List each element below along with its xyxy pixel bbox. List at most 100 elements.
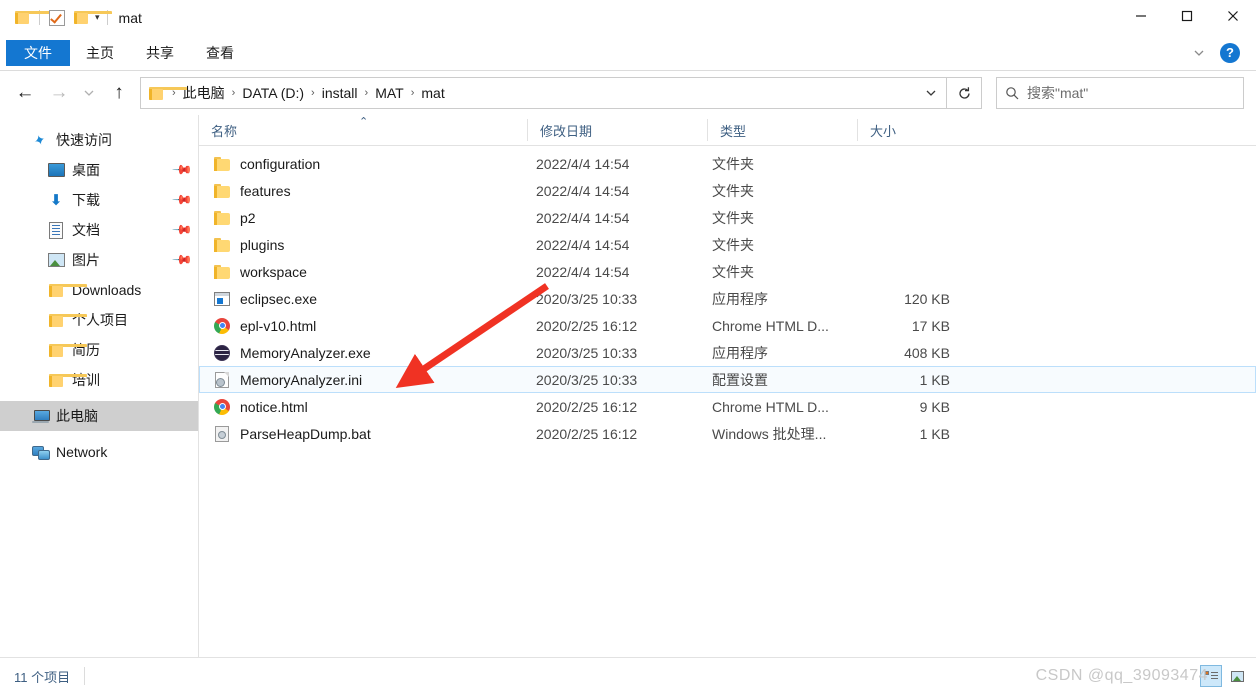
sidebar-item-quick-access[interactable]: ✦ 快速访问 (0, 125, 198, 155)
file-size: 1 KB (919, 425, 950, 442)
breadcrumb-item-3[interactable]: MAT (372, 85, 407, 101)
file-name-cell: configuration (200, 155, 528, 173)
table-row[interactable]: notice.html 2020/2/25 16:12 Chrome HTML … (199, 393, 1256, 420)
maximize-button[interactable] (1164, 0, 1210, 32)
file-date: 2022/4/4 14:54 (536, 236, 630, 253)
table-row[interactable]: ParseHeapDump.bat 2020/2/25 16:12 Window… (199, 420, 1256, 447)
breadcrumb-separator[interactable]: › (407, 87, 419, 99)
file-name: p2 (240, 209, 256, 226)
chevron-down-icon[interactable] (1186, 40, 1212, 66)
file-date: 2020/3/25 10:33 (536, 371, 638, 388)
sidebar-item-label: 个人项目 (72, 312, 128, 328)
file-name: MemoryAnalyzer.ini (240, 371, 363, 388)
up-button[interactable]: ↑ (102, 77, 136, 109)
table-row[interactable]: workspace 2022/4/4 14:54 文件夹 (199, 258, 1256, 285)
sidebar-item-network[interactable]: Network (0, 437, 198, 467)
table-row-selected[interactable]: MemoryAnalyzer.ini 2020/3/25 10:33 配置设置 … (199, 366, 1256, 393)
file-type: 文件夹 (712, 209, 754, 226)
minimize-button[interactable] (1118, 0, 1164, 32)
file-name-cell: features (200, 182, 528, 200)
sidebar-item-this-pc[interactable]: 此电脑 (0, 401, 198, 431)
file-type: 文件夹 (712, 182, 754, 199)
breadcrumb: › 此电脑 › DATA (D:) › install › MAT › mat (168, 83, 920, 103)
file-name: features (240, 182, 291, 199)
sidebar-item-downloads-cn[interactable]: ⬇ 下载 📌 (0, 185, 198, 215)
table-row[interactable]: configuration 2022/4/4 14:54 文件夹 (199, 150, 1256, 177)
pin-icon[interactable]: 📌 (171, 189, 193, 212)
download-icon: ⬇ (49, 192, 63, 209)
breadcrumb-item-2[interactable]: install (319, 85, 361, 101)
recent-locations-button[interactable] (76, 77, 102, 109)
table-row[interactable]: eclipsec.exe 2020/3/25 10:33 应用程序 120 KB (199, 285, 1256, 312)
status-divider (84, 667, 86, 685)
sidebar-item-documents[interactable]: 文档 📌 (0, 215, 198, 245)
table-row[interactable]: features 2022/4/4 14:54 文件夹 (199, 177, 1256, 204)
properties-checkbox-icon[interactable] (45, 6, 69, 30)
file-size: 408 KB (904, 344, 950, 361)
item-count-label: 11 个项目 (14, 669, 71, 685)
customize-caret-icon[interactable]: ▾ (95, 13, 100, 22)
pin-icon[interactable]: 📌 (171, 159, 193, 182)
pin-icon[interactable]: 📌 (171, 219, 193, 242)
close-button[interactable] (1210, 0, 1256, 32)
table-row[interactable]: epl-v10.html 2020/2/25 16:12 Chrome HTML… (199, 312, 1256, 339)
file-rows: configuration 2022/4/4 14:54 文件夹 feature… (199, 146, 1256, 657)
details-view-icon[interactable] (1200, 665, 1222, 687)
tab-view[interactable]: 查看 (190, 40, 250, 66)
search-input[interactable]: 搜索"mat" (1027, 83, 1088, 103)
breadcrumb-separator[interactable]: › (361, 87, 373, 99)
file-size: 1 KB (919, 371, 950, 388)
column-header-type[interactable]: 类型 (707, 119, 857, 141)
sidebar-item-training[interactable]: 培训 (0, 365, 198, 395)
folder-icon[interactable] (10, 6, 53, 30)
tab-share[interactable]: 共享 (130, 40, 190, 66)
chrome-icon (212, 317, 232, 335)
sidebar-item-label: 图片 (72, 252, 100, 268)
column-header-name[interactable]: 名称 ⌃ (199, 116, 527, 141)
table-row[interactable]: p2 2022/4/4 14:54 文件夹 (199, 204, 1256, 231)
sidebar-item-personal-projects[interactable]: 个人项目 (0, 305, 198, 335)
tab-home[interactable]: 主页 (70, 40, 130, 66)
address-bar[interactable]: › 此电脑 › DATA (D:) › install › MAT › mat (140, 77, 947, 109)
tab-file[interactable]: 文件 (6, 39, 70, 66)
view-mode-buttons (1200, 665, 1248, 687)
sidebar-item-label: Downloads (72, 282, 142, 298)
breadcrumb-item-4[interactable]: mat (418, 85, 447, 101)
refresh-button[interactable] (947, 77, 982, 109)
breadcrumb-item-0[interactable]: 此电脑 (180, 83, 228, 103)
exe-icon (212, 290, 232, 308)
file-date: 2022/4/4 14:54 (536, 155, 630, 172)
pin-icon[interactable]: 📌 (171, 249, 193, 272)
breadcrumb-separator[interactable]: › (228, 87, 240, 99)
file-date: 2020/2/25 16:12 (536, 317, 638, 334)
help-button[interactable]: ? (1220, 42, 1240, 63)
file-name: configuration (240, 155, 321, 172)
address-dropdown-icon[interactable] (920, 87, 942, 99)
table-row[interactable]: MemoryAnalyzer.exe 2020/3/25 10:33 应用程序 … (199, 339, 1256, 366)
large-icons-view-icon[interactable] (1226, 665, 1248, 687)
forward-button[interactable]: → (42, 77, 76, 109)
breadcrumb-item-1[interactable]: DATA (D:) (239, 85, 307, 101)
folder-icon (212, 236, 232, 254)
file-name-cell: workspace (200, 263, 528, 281)
this-pc-icon (30, 406, 50, 426)
file-date: 2022/4/4 14:54 (536, 182, 630, 199)
sidebar-item-pictures[interactable]: 图片 📌 (0, 245, 198, 275)
sidebar-item-resume[interactable]: 简历 (0, 335, 198, 365)
chrome-icon (212, 398, 232, 416)
folder-icon (46, 340, 87, 360)
file-type: 文件夹 (712, 263, 754, 280)
column-header-size[interactable]: 大小 (857, 119, 957, 141)
navigation-pane: ✦ 快速访问 桌面 📌 ⬇ 下载 📌 文档 📌 图片 📌 Downloads 个… (0, 115, 199, 657)
sidebar-item-label: 培训 (72, 372, 100, 388)
folder-icon (212, 209, 232, 227)
back-button[interactable]: ← (8, 77, 42, 109)
search-box[interactable]: 搜索"mat" (996, 77, 1244, 109)
breadcrumb-separator[interactable]: › (307, 87, 319, 99)
sidebar-item-downloads[interactable]: Downloads (0, 275, 198, 305)
new-folder-icon[interactable] (69, 6, 112, 30)
column-header-date[interactable]: 修改日期 (527, 119, 707, 141)
folder-icon (46, 280, 87, 300)
sidebar-item-desktop[interactable]: 桌面 📌 (0, 155, 198, 185)
table-row[interactable]: plugins 2022/4/4 14:54 文件夹 (199, 231, 1256, 258)
